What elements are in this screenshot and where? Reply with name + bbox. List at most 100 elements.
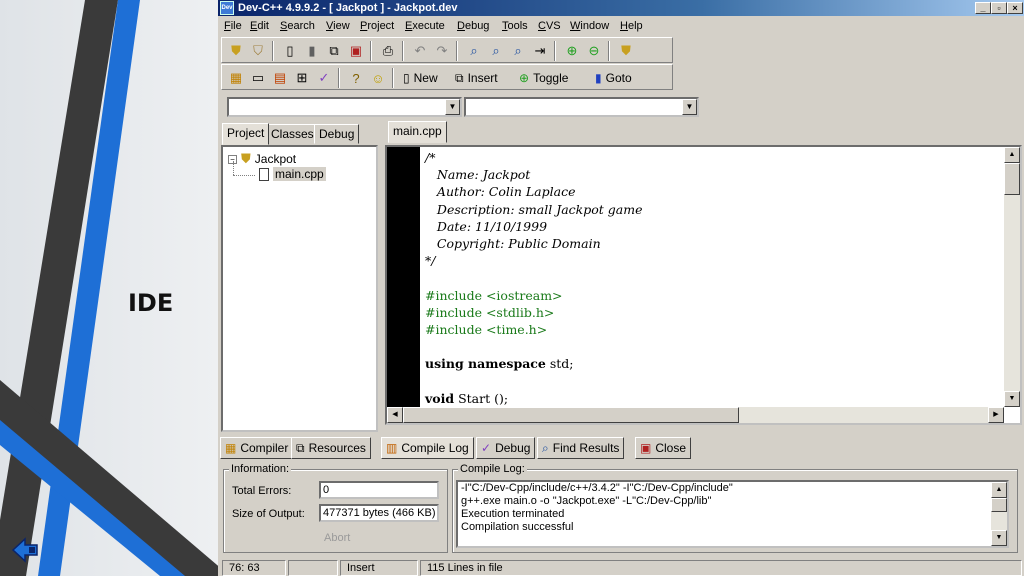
total-errors-label: Total Errors: bbox=[232, 485, 292, 497]
about-button[interactable]: ☺ bbox=[368, 68, 388, 88]
code-area[interactable]: /* Name: Jackpot Author: Colin Laplace D… bbox=[425, 149, 642, 407]
save-button[interactable]: ⧉ bbox=[324, 41, 344, 61]
tab-classes[interactable]: Classes bbox=[266, 124, 319, 144]
keyword: void bbox=[425, 390, 455, 406]
scroll-up-icon[interactable]: ▲ bbox=[1004, 147, 1020, 163]
menu-cvs[interactable]: CVS bbox=[535, 19, 564, 34]
scroll-thumb[interactable] bbox=[1004, 163, 1020, 195]
editor-vertical-scrollbar[interactable]: ▲ ▼ bbox=[1004, 147, 1020, 407]
replace-button[interactable]: ⌕ bbox=[486, 41, 506, 61]
tab-main-cpp[interactable]: main.cpp bbox=[388, 121, 447, 143]
compile-button[interactable]: ▦ bbox=[226, 68, 246, 88]
compile-log-output[interactable]: -I"C:/Dev-Cpp/include/c++/3.4.2" -I"C:/D… bbox=[456, 480, 1009, 548]
code-text: Start (); bbox=[454, 390, 509, 406]
menu-debug[interactable]: Debug bbox=[454, 19, 492, 34]
scroll-right-icon[interactable]: ▶ bbox=[988, 407, 1004, 423]
menu-execute[interactable]: Execute bbox=[402, 19, 448, 34]
toggle-bookmark-button[interactable]: ⊕ Toggle bbox=[516, 68, 571, 88]
menu-window[interactable]: Window bbox=[567, 19, 612, 34]
code-line: Author: Colin Laplace bbox=[425, 184, 576, 200]
save-all-button[interactable]: ▣ bbox=[346, 41, 366, 61]
scroll-left-icon[interactable]: ◀ bbox=[387, 407, 403, 423]
open-project-button[interactable]: ⛊ bbox=[226, 41, 246, 61]
chevron-down-icon[interactable]: ▼ bbox=[445, 99, 460, 115]
remove-from-project-button[interactable]: ⊖ bbox=[584, 41, 604, 61]
chevron-down-icon[interactable]: ▼ bbox=[682, 99, 697, 115]
slide-title: IDE bbox=[128, 289, 174, 317]
menu-file[interactable]: File bbox=[221, 19, 245, 34]
tab-compile-log[interactable]: ▥ Compile Log bbox=[381, 437, 474, 459]
check-icon: ✓ bbox=[318, 70, 330, 85]
tab-debug-bottom[interactable]: ✓ Debug bbox=[476, 437, 536, 459]
print-button[interactable]: ⎙ bbox=[378, 41, 398, 61]
insert-button[interactable]: ⧉ Insert bbox=[452, 68, 501, 88]
member-combo[interactable]: ▼ bbox=[464, 97, 699, 117]
tab-close[interactable]: ▣ Close bbox=[635, 437, 692, 459]
project-options-button[interactable]: ⛊ bbox=[616, 41, 636, 61]
scroll-down-icon[interactable]: ▼ bbox=[1004, 391, 1020, 407]
tab-label: Find Results bbox=[552, 441, 620, 455]
redo-button[interactable]: ↷ bbox=[432, 41, 452, 61]
code-line: Date: 11/10/1999 bbox=[425, 218, 548, 234]
code-editor[interactable]: /* Name: Jackpot Author: Colin Laplace D… bbox=[385, 145, 1022, 425]
tab-find-results[interactable]: ⌕ Find Results bbox=[537, 437, 625, 459]
scroll-thumb[interactable] bbox=[403, 407, 739, 423]
scroll-thumb[interactable] bbox=[991, 498, 1007, 512]
tab-label: Debug bbox=[495, 441, 531, 455]
tab-compiler[interactable]: ▦ Compiler bbox=[220, 437, 294, 459]
scroll-down-icon[interactable]: ▼ bbox=[991, 530, 1007, 546]
tab-label: Compiler bbox=[240, 441, 289, 455]
add-to-project-button[interactable]: ⊕ bbox=[562, 41, 582, 61]
run-button[interactable]: ▭ bbox=[248, 68, 268, 88]
debug-button[interactable]: ✓ bbox=[314, 68, 334, 88]
tab-debug[interactable]: Debug bbox=[314, 124, 360, 144]
new-file-button[interactable]: ▯ bbox=[280, 41, 300, 61]
log-vertical-scrollbar[interactable]: ▲ ▼ bbox=[991, 482, 1007, 546]
menu-bar: File Edit Search View Project Execute De… bbox=[218, 17, 1024, 36]
tab-project[interactable]: Project bbox=[222, 123, 270, 145]
menu-search[interactable]: Search bbox=[277, 19, 318, 34]
menu-project[interactable]: Project bbox=[357, 19, 397, 34]
back-arrow-button[interactable] bbox=[11, 535, 41, 565]
menu-edit[interactable]: Edit bbox=[247, 19, 272, 34]
open-file-button[interactable]: ▮ bbox=[302, 41, 322, 61]
app-icon: Dev bbox=[220, 1, 234, 15]
information-title: Information: bbox=[229, 463, 292, 475]
check-icon: ✓ bbox=[481, 441, 492, 455]
menu-tools[interactable]: Tools bbox=[499, 19, 531, 34]
compile-log-title: Compile Log: bbox=[458, 463, 527, 475]
class-combo[interactable]: ▼ bbox=[227, 97, 462, 117]
abort-button[interactable]: Abort bbox=[324, 532, 350, 544]
code-line: #include <stdlib.h> bbox=[425, 304, 555, 320]
code-line: using namespace std; bbox=[425, 355, 642, 372]
title-bar[interactable]: Dev Dev-C++ 4.9.9.2 - [ Jackpot ] - Jack… bbox=[218, 0, 1024, 16]
menu-view[interactable]: View bbox=[323, 19, 353, 34]
shield-x-icon: ⛉ bbox=[253, 43, 263, 58]
toolbar-separator bbox=[402, 41, 404, 61]
tree-node-label: main.cpp bbox=[273, 167, 326, 181]
close-project-button[interactable]: ⛉ bbox=[248, 41, 268, 61]
help-button[interactable]: ? bbox=[346, 68, 366, 88]
tab-resources[interactable]: ⧉ Resources bbox=[291, 437, 371, 459]
undo-icon: ↶ bbox=[414, 43, 426, 58]
rebuild-icon: ⊞ bbox=[296, 70, 308, 85]
shield-icon: ⛊ bbox=[231, 43, 241, 58]
save-all-icon: ▣ bbox=[349, 43, 363, 58]
editor-horizontal-scrollbar[interactable]: ◀ ▶ bbox=[387, 407, 1004, 423]
insert-icon: ⧉ bbox=[455, 70, 464, 85]
new-class-button[interactable]: ▯ New bbox=[400, 68, 441, 88]
compile-run-button[interactable]: ▤ bbox=[270, 68, 290, 88]
goto-line-button[interactable]: ⇥ bbox=[530, 41, 550, 61]
find-next-button[interactable]: ⌕ bbox=[508, 41, 528, 61]
maximize-button[interactable]: ▫ bbox=[991, 2, 1007, 14]
tree-node-file[interactable]: main.cpp bbox=[259, 167, 326, 181]
minimize-button[interactable]: _ bbox=[975, 2, 991, 14]
scroll-up-icon[interactable]: ▲ bbox=[991, 482, 1007, 498]
menu-help[interactable]: Help bbox=[617, 19, 646, 34]
rebuild-button[interactable]: ⊞ bbox=[292, 68, 312, 88]
goto-bookmark-button[interactable]: ▮ Goto bbox=[592, 68, 635, 88]
tree-node-project[interactable]: − ⛊ Jackpot bbox=[228, 151, 296, 167]
close-button[interactable]: × bbox=[1007, 2, 1023, 14]
undo-button[interactable]: ↶ bbox=[410, 41, 430, 61]
find-button[interactable]: ⌕ bbox=[464, 41, 484, 61]
